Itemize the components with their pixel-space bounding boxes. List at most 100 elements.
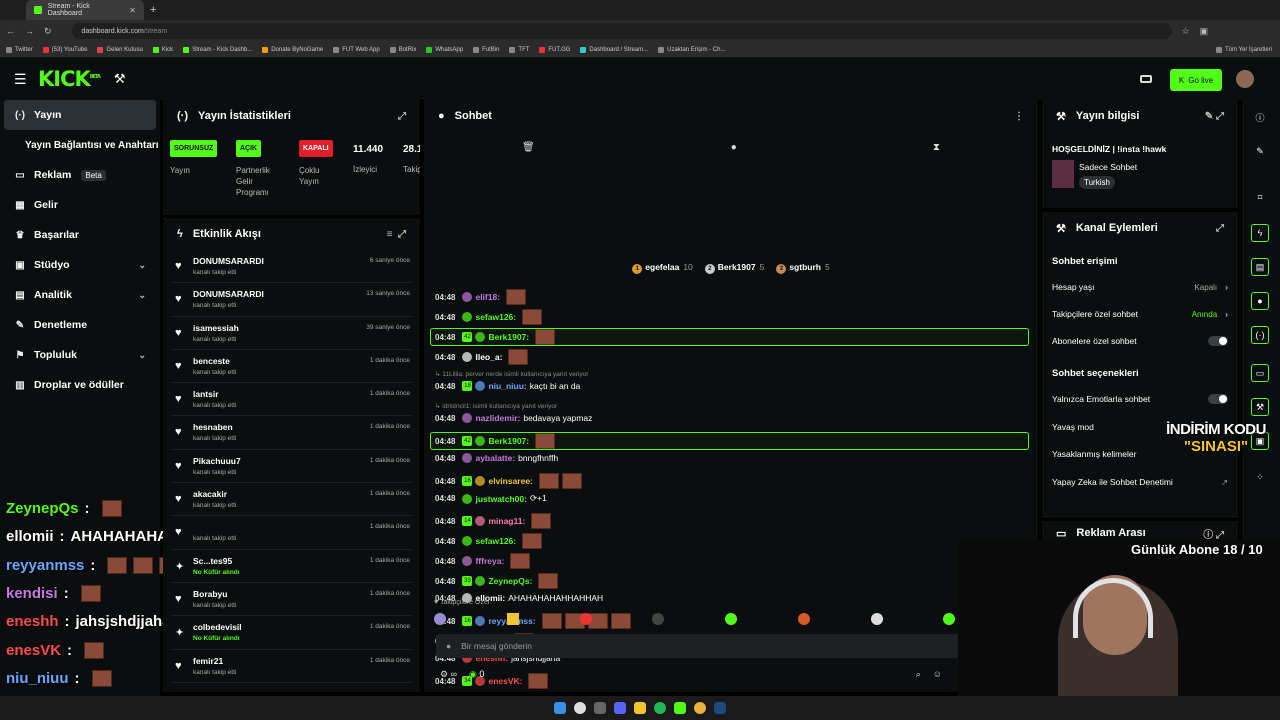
activity-item[interactable]: ♥ lantsir kanalı takip etti 1 dakika önc… [171,383,412,417]
chat-message[interactable]: 04:48 fffreya: [435,553,531,569]
emote[interactable] [652,613,665,625]
sidebar-item-reklam[interactable]: ▭ Reklam Beta [0,160,160,190]
emotes-only-toggle[interactable] [1208,394,1228,404]
sidebar-item-denetleme[interactable]: ✎ Denetleme [0,310,160,340]
tv-icon[interactable]: ▭ [1251,364,1269,382]
app-icon[interactable] [594,702,606,714]
crop-icon[interactable]: ⌗ [1251,188,1269,206]
emote[interactable] [725,613,737,625]
chat-message[interactable]: 04:48 justwatch00: ⟳+1 [435,493,547,504]
chat-username[interactable]: fffreya: [475,556,504,566]
chrome-icon[interactable] [694,702,706,714]
activity-item[interactable]: ♥ Borabyu kanalı takip etti 1 dakika önc… [171,583,412,617]
bookmark[interactable]: Twitter [6,46,33,53]
chat-username[interactable]: nazlidemir: [475,413,520,423]
activity-item[interactable]: ♥ akacakir kanalı takip etti 1 dakika ön… [171,483,412,517]
message-icon[interactable]: ● [731,142,737,153]
chat-username[interactable]: ZeynepQs: [488,576,532,586]
sidebar-item-gelir[interactable]: ▦ Gelir [0,190,160,220]
activity-item[interactable]: ♥ Pikachuuu7 kanalı takip etti 1 dakika … [171,450,412,484]
pencil-icon[interactable]: ✎ [1251,142,1269,160]
chat-username[interactable]: niu_niuu: [488,381,526,391]
bolt-icon[interactable]: ϟ [1251,224,1269,242]
grid-icon[interactable]: ⁘ [1251,468,1269,486]
chat-username[interactable]: justwatch00: [475,494,527,504]
edit-and-popout-icons[interactable]: ✎ ⤢ [1205,111,1224,122]
sidebar-item-yayin[interactable]: (·) Yayın [4,100,156,130]
extensions-icon[interactable]: ▣ [1200,26,1209,37]
sidebar-item-stream-key[interactable]: Yayın Bağlantısı ve Anahtarı [0,130,160,160]
bookmark[interactable]: Gelen Kutusu [97,46,143,53]
chat-message[interactable]: 04:48 sefaw126: [435,533,543,549]
chat-username[interactable]: elvinsaree: [488,476,532,486]
bookmark[interactable]: Dashboard / Stream... [580,46,648,53]
activity-item[interactable]: ♥ isamessiah kanalı takip etti 39 saniye… [171,317,412,350]
bookmark[interactable]: Stream - Kick Dashb... [183,46,252,53]
sidebar-item-topluluk[interactable]: ⚑ Topluluk ⌄ [0,340,160,370]
popout-icon[interactable]: ⤢ [398,111,406,122]
wrench-icon[interactable]: ⚒ [1251,398,1269,416]
top-gifter[interactable]: 2 Berk1907 5 [704,262,764,278]
activity-item[interactable]: ♥ femir21 kanalı takip etti 1 dakika önc… [171,650,412,683]
filter-and-popout-icons[interactable]: ≡ ⤢ [387,229,406,240]
new-tab-icon[interactable]: + [150,4,156,16]
discord-icon[interactable] [614,702,626,714]
chat-message[interactable]: 04:48 elif18: [435,289,527,305]
chat-icon[interactable]: ● [1251,292,1269,310]
chat-message[interactable]: 04:48 16 elvinsaree: [435,473,582,489]
reload-icon[interactable]: ↻ [44,26,52,37]
followers-only-row[interactable]: Takipçilere özel sohbet Anında › [1052,309,1228,319]
chat-username[interactable]: sefaw126: [475,312,516,322]
chat-username[interactable]: sefaw126: [475,536,516,546]
mod-tools-icon[interactable]: ⚙ ∞ [440,669,457,680]
go-live-button[interactable]: K Go live [1170,69,1222,91]
star-icon[interactable]: ☆ [1182,26,1190,37]
activity-item[interactable]: ♥ hesnaben kanalı takip etti 1 dakika ön… [171,416,412,450]
sidebar-item-studyo[interactable]: ▣ Stüdyo ⌄ [0,250,160,280]
emote[interactable] [579,613,592,625]
screen-icon[interactable] [1140,75,1152,83]
chat-username[interactable]: minag11: [488,516,525,526]
menu-icon[interactable]: ☰ [14,71,27,88]
chat-message[interactable]: 04:48 42 Berk1907: [435,433,556,449]
sidebar-item-droplar[interactable]: ▥ Droplar ve ödüller [0,370,160,400]
chat-username[interactable]: aybalatte: [475,453,515,463]
chat-username[interactable]: Berk1907: [488,332,529,342]
hammer-icon[interactable]: ⚒ [114,71,126,87]
chat-message[interactable]: 04:48 nazlidemir: bedavaya yapmaz [435,413,592,423]
trash-icon[interactable]: 🗑 [522,142,535,153]
back-icon[interactable]: ← [6,26,15,36]
bookmark[interactable]: FUT Web App [333,46,380,53]
app-icon[interactable] [674,702,686,714]
top-gifter[interactable]: 3 sgtburh 5 [776,262,830,278]
ai-moderation-row[interactable]: Yapay Zeka ile Sohbet Denetimi ↗ [1052,477,1228,487]
broadcast-icon[interactable]: (·) [1251,326,1269,344]
close-tab-icon[interactable]: ✕ [129,6,136,15]
popout-icon[interactable]: ⤢ [1216,223,1224,234]
all-bookmarks[interactable]: Tüm Yer İşaretleri [1215,46,1272,53]
activity-item[interactable]: ✦ Sc...tes95 No Küfür alındı 1 dakika ön… [171,550,412,583]
search-icon[interactable]: ⌕ [916,669,921,680]
chat-message[interactable]: 04:48 sefaw126: [435,309,543,325]
avatar[interactable] [1236,70,1254,88]
emoji-icon[interactable]: ☺ [933,669,942,679]
bookmark[interactable]: TFT [509,46,529,53]
hourglass-icon[interactable]: ⧗ [933,142,940,153]
subs-only-toggle[interactable] [1208,336,1228,346]
bookmark[interactable]: FutBin [473,46,499,53]
emote[interactable] [797,613,810,625]
emote[interactable] [870,613,883,625]
sidebar-item-analitik[interactable]: ▤ Analitik ⌄ [0,280,160,310]
steam-icon[interactable] [714,702,726,714]
chat-username[interactable]: Berk1907: [488,436,529,446]
activity-item[interactable]: ♥ benceste kanalı takip etti 1 dakika ön… [171,350,412,384]
chat-message[interactable]: 04:48 18 niu_niuu: kaçtı bi an da [435,381,580,391]
emote[interactable] [506,613,519,625]
info-popout-icons[interactable]: ⓘ ⤢ [1203,526,1224,541]
list-icon[interactable]: ▤ [1251,258,1269,276]
address-bar[interactable]: dashboard.kick.com/stream [71,23,1172,39]
more-options-icon[interactable]: ⋮ [1014,111,1024,122]
chat-input[interactable]: ● Bir mesaj gönderin [436,634,1026,658]
chat-message[interactable]: 04:48 42 Berk1907: [435,329,556,345]
chat-message[interactable]: 04:48 33 ZeynepQs: [435,573,559,589]
